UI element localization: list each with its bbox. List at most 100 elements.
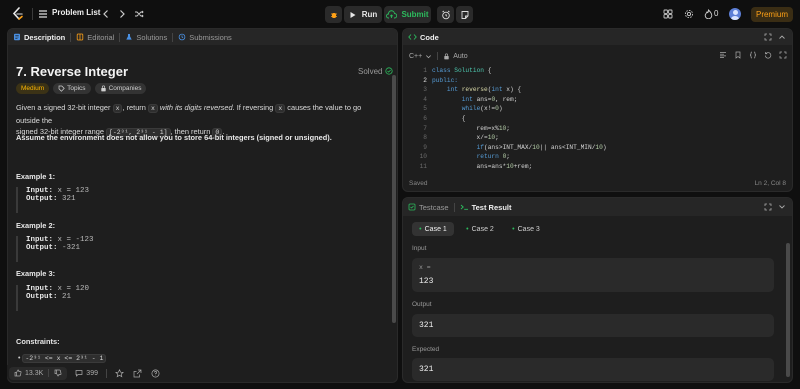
chevron-right-icon[interactable]: [117, 9, 127, 19]
layout-grid-icon[interactable]: [663, 9, 673, 19]
help-icon[interactable]: [151, 369, 160, 378]
run-label: Run: [361, 10, 378, 19]
like-button[interactable]: 13.3K: [9, 366, 68, 380]
pass-dot: •: [466, 225, 469, 233]
code-line: if(ans>INT_MAX/10|| ans<INT_MIN/10): [476, 143, 607, 151]
tab-solutions[interactable]: Solutions: [120, 29, 172, 45]
line-number: 5: [423, 105, 427, 113]
scrollbar-thumb[interactable]: [392, 75, 396, 323]
case-label: Case 1: [424, 225, 447, 233]
output-value: 321: [419, 321, 434, 330]
reset-icon[interactable]: [764, 51, 772, 59]
list-icon[interactable]: [38, 9, 48, 19]
tab-description-label: Description: [24, 32, 66, 42]
companies-label: Companies: [108, 85, 142, 92]
chevron-up-icon[interactable]: [778, 33, 786, 41]
tab-editorial-label: Editorial: [87, 32, 115, 42]
leetcode-logo-icon[interactable]: [11, 7, 25, 21]
line-number: 7: [423, 124, 427, 132]
code-line: class Solution {: [432, 67, 492, 74]
companies-tag[interactable]: Companies: [94, 83, 147, 94]
output-label: Output:: [26, 244, 58, 252]
check-circle-icon: [385, 67, 393, 75]
cursor-position: Ln 2, Col 8: [754, 180, 786, 187]
gear-icon[interactable]: [684, 9, 694, 19]
statement-text: , return: [122, 103, 148, 112]
thumbs-up-icon: [14, 369, 22, 377]
scrollbar-thumb[interactable]: [786, 243, 790, 377]
topics-label: Topics: [67, 85, 86, 92]
code-editor[interactable]: 1 class Solution {2 public: 3 int reverse(i…: [403, 67, 792, 171]
auto-mode-toggle[interactable]: Auto: [443, 53, 468, 60]
maximize-icon[interactable]: [764, 33, 772, 41]
alarm-button[interactable]: [437, 6, 454, 23]
chevron-left-icon[interactable]: [101, 9, 111, 19]
case-label: Case 3: [517, 225, 540, 233]
run-button[interactable]: Run: [344, 6, 382, 23]
output-label: Output:: [26, 195, 58, 203]
code-line: ans=ans*10+rem;: [432, 163, 533, 170]
bookmark-icon[interactable]: [734, 51, 742, 59]
braces-icon[interactable]: [749, 51, 757, 59]
flask-icon: [126, 34, 133, 40]
share-icon[interactable]: [133, 369, 142, 378]
alarm-clock-icon: [441, 10, 450, 19]
example-3: Input: x = 120 Output: 21: [16, 285, 89, 311]
streak-count: 0: [714, 9, 719, 18]
play-icon: [350, 11, 356, 18]
lock-icon: [100, 85, 106, 92]
submit-button[interactable]: Submit: [384, 6, 431, 23]
example-output: 21: [62, 293, 72, 301]
statement-text: Given a signed 32-bit integer: [16, 103, 113, 112]
shuffle-icon[interactable]: [134, 9, 144, 19]
case-tab-1[interactable]: • Case 1: [412, 222, 454, 236]
input-value: 123: [419, 277, 434, 286]
example-input: x = -123: [57, 236, 94, 244]
line-number: 1: [423, 67, 427, 74]
language-select[interactable]: C++: [409, 53, 432, 60]
comments-button[interactable]: 399: [75, 369, 98, 377]
flame-icon[interactable]: [704, 9, 713, 19]
thumbs-down-icon[interactable]: [54, 369, 62, 377]
result-panel-controls: [764, 203, 786, 211]
tag-icon: [58, 85, 65, 92]
code-panel: Code C++ Auto 1 class Solution {2 public: 3…: [402, 28, 793, 192]
notes-button[interactable]: [456, 6, 473, 23]
chevron-down-icon[interactable]: [778, 203, 786, 211]
premium-button[interactable]: Premium: [751, 7, 793, 22]
tab-description[interactable]: Description: [8, 29, 70, 45]
code-line: while(x!=0): [461, 105, 503, 113]
editor-actions: [719, 51, 787, 59]
tab-test-result[interactable]: Test Result: [455, 198, 517, 216]
fullscreen-icon[interactable]: [779, 51, 787, 59]
avatar[interactable]: [729, 8, 741, 20]
case-tab-3[interactable]: • Case 3: [508, 222, 544, 236]
save-status: Saved: [409, 180, 428, 187]
pass-dot: •: [512, 225, 515, 233]
topics-tag[interactable]: Topics: [53, 83, 91, 94]
likes-count: 13.3K: [25, 369, 44, 377]
star-icon[interactable]: [115, 368, 124, 378]
input-label: Input: [412, 245, 427, 252]
format-icon[interactable]: [719, 51, 727, 59]
problem-list-link[interactable]: Problem List: [52, 8, 100, 17]
case-tab-2[interactable]: • Case 2: [462, 222, 498, 236]
checkbox-icon: [408, 203, 416, 211]
tab-testcase[interactable]: Testcase: [403, 198, 454, 216]
example-2-label: Example 2:: [16, 221, 56, 230]
document-icon: [14, 33, 20, 41]
tab-code[interactable]: Code: [403, 29, 444, 45]
expected-value: 321: [419, 365, 434, 374]
run-controls: Run Submit: [325, 6, 431, 23]
solved-label: Solved: [358, 67, 383, 76]
description-actions: 13.3K 399: [7, 365, 397, 381]
output-label: Output:: [26, 293, 58, 301]
difficulty-badge[interactable]: Medium: [16, 83, 50, 94]
tab-submissions[interactable]: Submissions: [173, 29, 237, 45]
line-number: 8: [423, 134, 427, 142]
tab-editorial[interactable]: Editorial: [71, 29, 119, 45]
maximize-icon[interactable]: [764, 203, 772, 211]
debug-button[interactable]: [325, 6, 342, 23]
code-line: x/=10;: [432, 134, 499, 142]
example-output: -321: [62, 244, 81, 252]
